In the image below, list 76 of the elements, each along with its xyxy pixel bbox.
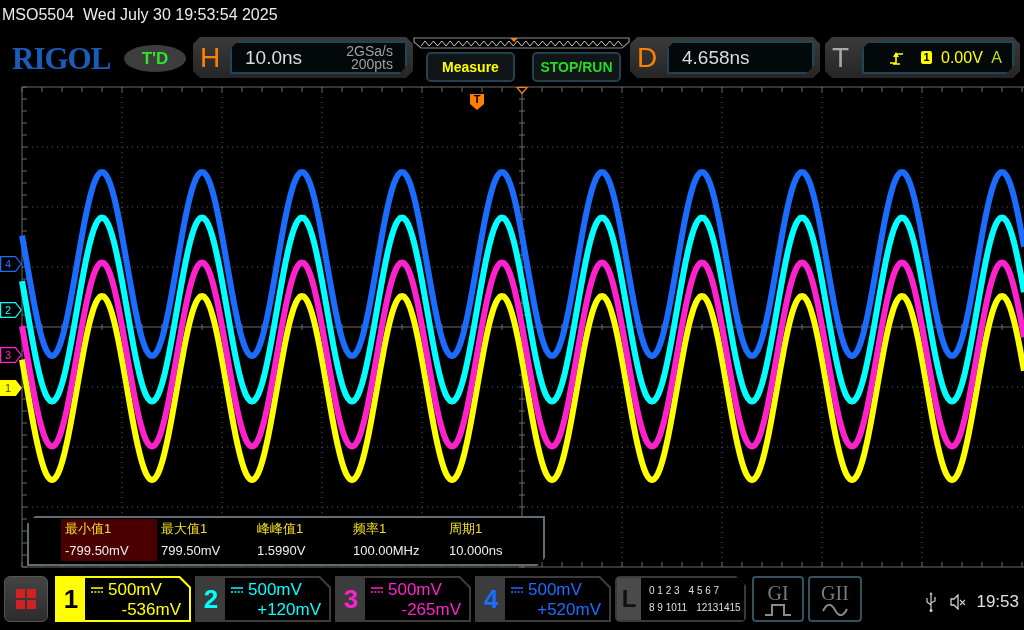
channel-panel[interactable]: 3 500mV -265mV <box>335 576 471 622</box>
square-pulse-icon <box>765 603 791 616</box>
panel-letter: T <box>832 42 851 73</box>
measurement-item[interactable]: 峰峰值1 1.5990V <box>253 519 349 561</box>
measurement-item[interactable]: 周期1 10.000ns <box>445 519 541 561</box>
sine-wave-icon <box>822 603 848 616</box>
measurement-label: 最小值1 <box>65 522 113 536</box>
menu-button[interactable] <box>4 576 48 622</box>
panel-letter: H <box>200 42 222 73</box>
vertical-scale: 500mV <box>388 580 442 600</box>
toolbar-button[interactable]: STOP/RUN <box>532 52 621 82</box>
channel-panel[interactable]: 2 500mV +120mV <box>195 576 331 622</box>
logic-panel[interactable]: L 0 1 2 3 4 5 6 7 8 9 1011 12131415 <box>615 576 746 622</box>
measurement-value: -799.50mV <box>65 544 130 558</box>
channel-panel[interactable]: 1 500mV -536mV <box>55 576 191 622</box>
model-name: MSO5504 <box>2 6 75 24</box>
measurement-label: 最大值1 <box>161 522 209 536</box>
date-time: Wed July 30 19:53:54 2025 <box>83 6 278 24</box>
measurement-label: 周期1 <box>449 522 484 536</box>
trigger-level: 0.00V <box>941 48 983 67</box>
measurement-item[interactable]: 最大值1 799.50mV <box>157 519 253 561</box>
measurement-label: 峰峰值1 <box>257 522 305 536</box>
horizontal-panel[interactable]: H 10.0ns 2GSa/s 200pts <box>193 37 413 78</box>
generator-button[interactable]: GI <box>752 576 804 622</box>
measurement-value: 100.00MHz <box>353 544 421 558</box>
channel-number: 1 <box>62 582 80 616</box>
dc-coupling-icon <box>511 587 523 593</box>
sample-rate: 2GSa/s <box>346 44 393 58</box>
timebase-value: 10.0ns <box>245 46 303 69</box>
vertical-offset: -536mV <box>121 600 181 620</box>
trigger-source-label: 1 <box>921 51 932 64</box>
usb-icon <box>926 592 937 612</box>
delay-panel[interactable]: D 4.658ns <box>630 37 820 78</box>
channel-number: 4 <box>482 582 500 616</box>
logic-channel-numbers: 8 9 1011 <box>649 601 688 614</box>
vertical-scale: 500mV <box>248 580 302 600</box>
logic-channel-numbers: 4 5 6 7 <box>688 584 720 597</box>
measurement-item[interactable]: 最小值1 -799.50mV <box>61 519 157 561</box>
channel-marker-tag[interactable]: 3 <box>0 346 22 363</box>
delay-value: 4.658ns <box>682 46 750 69</box>
dc-coupling-icon <box>91 587 103 593</box>
measurement-item[interactable]: 频率1 100.00MHz <box>349 519 445 561</box>
measurement-value: 799.50mV <box>161 544 222 558</box>
muted-speaker-icon <box>950 594 967 610</box>
logic-channel-numbers: 0 1 2 3 <box>649 584 680 597</box>
channel-number: 3 <box>342 582 360 616</box>
toolbar-button[interactable]: Measure <box>426 52 515 82</box>
logic-label: L <box>617 578 641 620</box>
measurement-label: 频率1 <box>353 522 388 536</box>
logic-channel-numbers: 12131415 <box>696 601 741 614</box>
memory-depth: 200pts <box>350 57 393 71</box>
channel-marker-tag[interactable]: 1 <box>0 380 22 396</box>
vertical-offset: +120mV <box>257 600 321 620</box>
triangle-marker-icon <box>515 86 529 95</box>
mode-indicator[interactable]: T'D <box>124 45 186 72</box>
dc-coupling-icon <box>371 587 383 593</box>
trigger-position-marker[interactable]: T <box>470 94 484 110</box>
vertical-offset: +520mV <box>537 600 601 620</box>
clock-time: 19:53 <box>976 592 1019 612</box>
four-squares-icon <box>16 589 36 609</box>
logo-text: RIGOL <box>12 43 112 74</box>
vertical-scale: 500mV <box>528 580 582 600</box>
dc-coupling-icon <box>231 587 243 593</box>
measurement-value: 10.000ns <box>449 544 504 558</box>
trigger-panel[interactable]: T 1 0.00V A <box>825 37 1020 78</box>
channel-number: 2 <box>202 582 220 616</box>
vertical-scale: 500mV <box>108 580 162 600</box>
vertical-offset: -265mV <box>401 600 461 620</box>
channel-panel[interactable]: 4 500mV +520mV <box>475 576 611 622</box>
rising-edge-icon <box>890 50 903 65</box>
panel-letter: D <box>637 42 659 73</box>
generator-button[interactable]: GII <box>808 576 862 622</box>
measurement-value: 1.5990V <box>257 544 307 558</box>
channel-marker-tag[interactable]: 4 <box>0 256 22 272</box>
trigger-mode: A <box>991 48 1002 67</box>
channel-marker-tag[interactable]: 2 <box>0 301 22 318</box>
